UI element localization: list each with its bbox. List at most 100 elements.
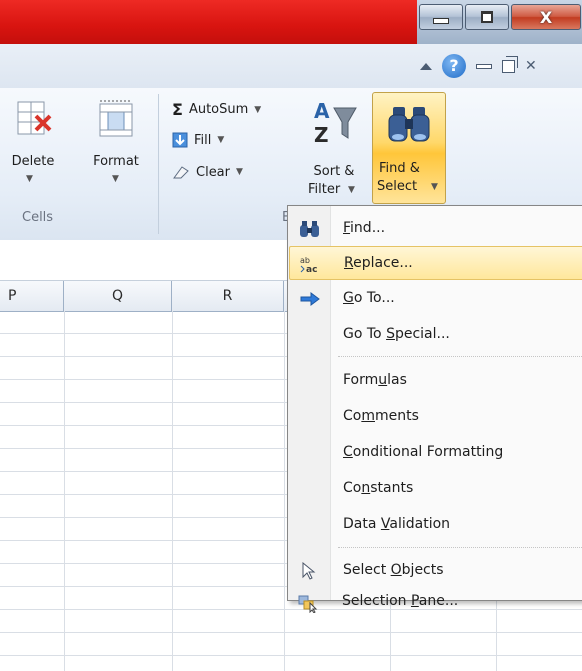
grid-line	[284, 311, 285, 671]
menu-item-constants[interactable]: Constants	[289, 472, 582, 506]
autosum-button[interactable]: Σ AutoSum ▼	[172, 100, 261, 119]
minimize-button[interactable]	[419, 4, 463, 30]
sort-filter-label-2: Filter	[308, 182, 341, 197]
find-select-label-1: Find &	[379, 161, 420, 176]
comments-accel: m	[361, 408, 375, 424]
menu-item-conditional-formatting-label: Conditional Formatting	[343, 444, 503, 460]
sort-filter-label-1: Sort &	[313, 164, 355, 179]
find-select-dropdown-icon: ▼	[431, 182, 438, 192]
delete-button[interactable]: Delete ▼	[0, 92, 64, 192]
gts-accel: S	[386, 326, 395, 342]
so-rest: bjects	[401, 562, 444, 578]
formulas-pre: Form	[343, 372, 379, 388]
binoculars-icon	[300, 221, 319, 237]
column-header-r[interactable]: R	[172, 281, 284, 311]
close-button[interactable]: X	[511, 4, 581, 30]
condfmt-rest: onditional Formatting	[352, 444, 504, 460]
column-header-p[interactable]: P	[0, 281, 64, 311]
sort-filter-icon: A Z	[314, 99, 357, 147]
menu-item-go-to-label: Go To...	[343, 290, 395, 306]
svg-text:ac: ac	[306, 265, 317, 273]
fill-dropdown-icon: ▼	[217, 135, 225, 145]
eraser-icon	[173, 166, 189, 179]
svg-text:ab: ab	[300, 256, 310, 265]
constants-rest: stants	[370, 480, 414, 496]
workbook-close-icon[interactable]: ✕	[525, 58, 537, 74]
clear-button[interactable]: Clear ▼	[172, 164, 243, 180]
menu-item-conditional-formatting[interactable]: Conditional Formatting	[289, 436, 582, 470]
format-cells-icon	[99, 100, 133, 137]
find-select-menu: Find... ab ac Replace... Go To... Go To …	[287, 205, 582, 601]
find-rest: ind...	[350, 220, 386, 236]
menu-item-find[interactable]: Find...	[289, 212, 582, 246]
format-button[interactable]: Format ▼	[80, 92, 152, 192]
sp-accel: P	[410, 593, 419, 609]
menu-item-data-validation[interactable]: Data Validation	[289, 508, 582, 542]
clear-dropdown-icon: ▼	[236, 167, 243, 177]
maximize-button[interactable]	[465, 4, 509, 30]
sort-filter-dropdown-icon: ▼	[348, 185, 355, 195]
constants-accel: n	[361, 480, 371, 496]
fill-down-icon	[172, 132, 188, 148]
menu-item-constants-label: Constants	[343, 480, 413, 496]
find-select-label-2: Select	[377, 179, 418, 194]
format-dropdown-icon: ▼	[112, 174, 119, 184]
sp-rest: ane...	[418, 593, 459, 609]
goto-accel: G	[343, 290, 354, 306]
menu-item-data-validation-label: Data Validation	[343, 516, 450, 532]
autosum-label: AutoSum	[188, 102, 249, 117]
workbook-minimize-icon[interactable]	[476, 63, 492, 69]
menu-item-find-label: Find...	[343, 220, 385, 236]
svg-text:A: A	[314, 99, 330, 123]
delete-dropdown-icon: ▼	[26, 174, 33, 184]
so-pre: Select	[343, 562, 391, 578]
grid-line	[64, 311, 65, 671]
delete-label: Delete	[11, 154, 55, 169]
binoculars-icon	[388, 107, 430, 142]
menu-item-select-objects-label: Select Objects	[343, 562, 444, 578]
help-icon[interactable]: ?	[442, 54, 466, 78]
dv-pre: Data	[343, 516, 381, 532]
constants-pre: Co	[343, 480, 362, 496]
sigma-icon: Σ	[172, 100, 183, 119]
close-icon: X	[539, 7, 553, 27]
replace-rest: eplace...	[353, 255, 413, 271]
svg-text:Z: Z	[314, 123, 329, 147]
column-header-q[interactable]: Q	[64, 281, 172, 311]
comments-pre: Co	[343, 408, 362, 424]
clear-label: Clear	[196, 164, 230, 180]
menu-item-go-to-special[interactable]: Go To Special...	[289, 318, 582, 352]
menu-item-formulas[interactable]: Formulas	[289, 364, 582, 398]
window-controls: X	[419, 4, 582, 32]
fill-button[interactable]: Fill ▼	[172, 132, 224, 148]
ribbon-tab-row: ? ✕	[0, 44, 582, 88]
replace-icon: ab ac	[300, 256, 317, 273]
minimize-ribbon-icon[interactable]	[420, 62, 432, 70]
menu-item-select-objects[interactable]: Select Objects	[289, 554, 582, 588]
gts-rest: pecial...	[394, 326, 450, 342]
menu-item-comments[interactable]: Comments	[289, 400, 582, 434]
cells-group-label: Cells	[22, 210, 54, 225]
find-select-button[interactable]: Find & Select ▼	[372, 92, 446, 204]
menu-item-go-to[interactable]: Go To...	[289, 282, 582, 316]
menu-item-selection-pane[interactable]: Selection Pane...	[288, 587, 582, 619]
menu-separator	[338, 356, 582, 357]
grid-line	[0, 632, 582, 633]
menu-item-selection-pane-label: Selection Pane...	[342, 593, 458, 609]
group-separator	[158, 94, 159, 234]
delete-cells-icon	[17, 101, 52, 135]
comments-rest: ments	[374, 408, 419, 424]
workbook-restore-icon[interactable]	[502, 55, 518, 73]
menu-item-replace[interactable]: ab ac Replace...	[289, 246, 582, 280]
sort-filter-button[interactable]: A Z Sort & Filter ▼	[302, 92, 366, 202]
format-label: Format	[93, 154, 139, 169]
menu-item-comments-label: Comments	[343, 408, 419, 424]
minimize-icon	[433, 18, 449, 24]
autosum-dropdown-icon: ▼	[254, 104, 262, 115]
maximize-icon	[481, 11, 493, 23]
arrow-right-icon	[300, 292, 320, 306]
goto-rest: o To...	[353, 290, 395, 306]
ribbon-controls: ? ✕	[420, 54, 537, 78]
menu-separator	[338, 547, 582, 548]
title-bar: X	[0, 0, 582, 44]
